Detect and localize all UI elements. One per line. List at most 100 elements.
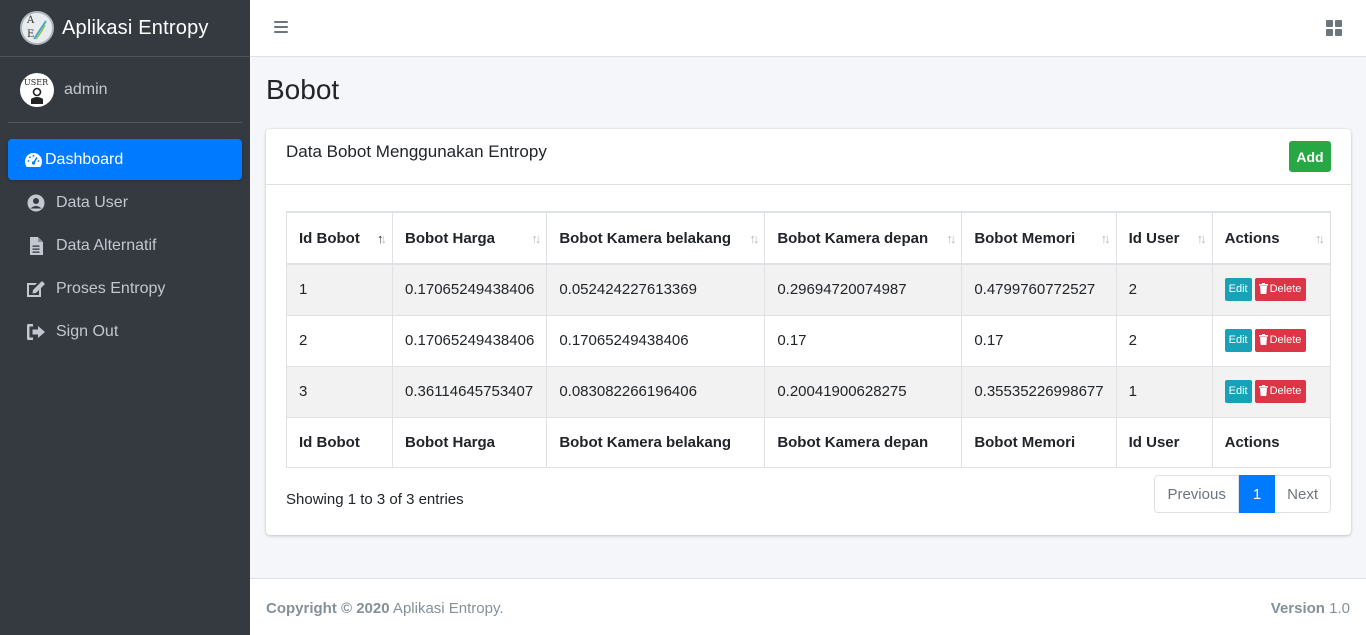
page-1-button[interactable]: 1 <box>1238 475 1276 513</box>
sidebar-item-data-user[interactable]: Data User <box>8 182 242 223</box>
edit-button[interactable]: Edit <box>1224 329 1252 352</box>
brand-logo-swoosh-icon <box>33 20 47 40</box>
sidebar-item-sign-out[interactable]: Sign Out <box>8 311 242 352</box>
column-header-id-user[interactable]: Id User ↑↓ <box>1115 211 1213 265</box>
sidebar-item-label: Data User <box>56 193 129 211</box>
user-panel: USER admin <box>8 57 242 123</box>
cell-bobot-memori: 0.35535226998677 <box>961 365 1117 418</box>
cell-id-bobot: 2 <box>286 314 393 367</box>
sidebar-item-label: Sign Out <box>56 322 119 340</box>
cell-bobot-kamera-depan: 0.17 <box>764 314 963 367</box>
sort-asc-icon: ↑↓ <box>377 231 387 246</box>
column-header-label: Bobot Harga <box>405 229 495 247</box>
user-circle-icon <box>24 193 48 213</box>
add-button[interactable]: Add <box>1289 141 1331 172</box>
pagination: Previous 1 Next <box>1154 475 1331 513</box>
edit-button[interactable]: Edit <box>1224 278 1252 302</box>
column-header-bobot-harga[interactable]: Bobot Harga ↑↓ <box>391 211 548 265</box>
sort-icon: ↑↓ <box>1315 231 1325 246</box>
brand-name: Aplikasi Entropy <box>62 16 209 39</box>
footer-header-id-bobot: Id Bobot <box>286 416 393 468</box>
cell-id-user: 1 <box>1115 365 1213 418</box>
main-header <box>250 0 1366 57</box>
trash-icon <box>1258 334 1268 345</box>
column-header-label: Id Bobot <box>299 229 360 247</box>
trash-icon <box>1258 283 1268 295</box>
version-value: 1.0 <box>1324 600 1350 617</box>
cell-bobot-kamera-belakang: 0.17065249438406 <box>546 314 766 367</box>
column-header-label: Bobot Memori <box>974 229 1076 247</box>
sort-icon: ↑↓ <box>1100 231 1111 246</box>
footer-header-bobot-harga: Bobot Harga <box>391 416 548 468</box>
column-header-label: Id User <box>1128 229 1180 247</box>
footer-header-actions: Actions <box>1211 416 1332 468</box>
brand-logo: A E <box>20 11 54 45</box>
previous-button[interactable]: Previous <box>1154 475 1239 513</box>
control-sidebar-grid-icon[interactable] <box>1326 20 1342 36</box>
delete-button[interactable]: Delete <box>1254 329 1307 352</box>
sidebar-item-proses-entropy[interactable]: Proses Entropy <box>8 268 242 309</box>
sort-icon: ↑↓ <box>946 231 956 246</box>
column-header-bobot-kamera-belakang[interactable]: Bobot Kamera belakang ↑↓ <box>546 211 766 265</box>
sign-out-icon <box>24 322 48 342</box>
sidebar-nav: Dashboard Data User Data Alternatif Pros… <box>0 123 250 352</box>
edit-icon <box>24 279 48 299</box>
main-footer: Copyright © 2020 Aplikasi Entropy. Versi… <box>250 578 1366 635</box>
copyright-bold: Copyright © 2020 <box>266 600 390 617</box>
cell-id-user: 2 <box>1115 263 1213 316</box>
sidebar-item-dashboard[interactable]: Dashboard <box>8 139 242 180</box>
sidebar-item-data-alternatif[interactable]: Data Alternatif <box>8 225 242 266</box>
bobot-card: Data Bobot Menggunakan Entropy Add Id Bo… <box>266 129 1351 535</box>
delete-button[interactable]: Delete <box>1254 278 1307 302</box>
cell-bobot-kamera-belakang: 0.052424227613369 <box>546 263 766 316</box>
cell-bobot-harga: 0.17065249438406 <box>391 314 548 367</box>
column-header-bobot-kamera-depan[interactable]: Bobot Kamera depan ↑↓ <box>764 211 963 265</box>
delete-label: Delete <box>1269 385 1302 397</box>
delete-label: Delete <box>1269 334 1302 346</box>
cell-id-user: 2 <box>1115 314 1213 367</box>
brand-link[interactable]: A E Aplikasi Entropy <box>0 0 250 57</box>
page-title: Bobot <box>266 74 340 105</box>
cell-bobot-memori: 0.17 <box>961 314 1117 367</box>
sidebar-item-label: Dashboard <box>45 150 124 168</box>
menu-toggle-icon[interactable] <box>274 21 288 35</box>
table-info: Showing 1 to 3 of 3 entries <box>286 491 464 508</box>
delete-button[interactable]: Delete <box>1254 380 1307 403</box>
version-label: Version <box>1270 600 1325 617</box>
avatar-text: USER <box>24 77 49 87</box>
cell-bobot-kamera-depan: 0.29694720074987 <box>764 263 963 316</box>
next-button[interactable]: Next <box>1275 475 1331 513</box>
trash-icon <box>1258 385 1268 396</box>
bobot-table: Id Bobot ↑↓ Bobot Harga ↑↓ Bobot Kamera be… <box>286 211 1332 468</box>
table-row: 2 0.17065249438406 0.17065249438406 0.17… <box>286 314 1332 367</box>
cell-bobot-memori: 0.4799760772527 <box>961 263 1117 316</box>
footer-header-id-user: Id User <box>1115 416 1213 468</box>
tachometer-icon <box>23 150 43 170</box>
column-header-id-bobot[interactable]: Id Bobot ↑↓ <box>286 211 393 265</box>
version: Version 1.0 <box>1271 600 1350 617</box>
copyright: Copyright © 2020 Aplikasi Entropy. <box>266 600 504 617</box>
cell-bobot-kamera-depan: 0.20041900628275 <box>764 365 963 418</box>
cell-actions: Edit Delete <box>1211 365 1332 418</box>
cell-id-bobot: 3 <box>286 365 393 418</box>
cell-bobot-harga: 0.36114645753407 <box>391 365 548 418</box>
edit-button[interactable]: Edit <box>1224 380 1252 403</box>
sort-icon: ↑↓ <box>531 231 541 246</box>
card-header: Data Bobot Menggunakan Entropy Add <box>266 129 1351 185</box>
delete-label: Delete <box>1269 283 1302 296</box>
table-footer-row: Id Bobot Bobot Harga Bobot Kamera belaka… <box>286 416 1332 468</box>
column-header-label: Actions <box>1224 229 1280 247</box>
column-header-label: Bobot Kamera belakang <box>559 229 732 247</box>
column-header-bobot-memori[interactable]: Bobot Memori ↑↓ <box>961 211 1117 265</box>
table-row: 3 0.36114645753407 0.083082266196406 0.2… <box>286 365 1332 418</box>
footer-header-bobot-kamera-depan: Bobot Kamera depan <box>764 416 963 468</box>
copyright-app-link[interactable]: Aplikasi Entropy. <box>390 600 504 617</box>
sidebar-item-label: Data Alternatif <box>56 236 157 254</box>
cell-bobot-kamera-belakang: 0.083082266196406 <box>546 365 766 418</box>
column-header-actions[interactable]: Actions ↑↓ <box>1211 211 1332 265</box>
column-header-label: Bobot Kamera depan <box>777 229 929 247</box>
card-title: Data Bobot Menggunakan Entropy <box>286 142 547 161</box>
footer-header-bobot-kamera-belakang: Bobot Kamera belakang <box>546 416 766 468</box>
avatar: USER <box>20 72 54 107</box>
user-name[interactable]: admin <box>64 81 108 99</box>
